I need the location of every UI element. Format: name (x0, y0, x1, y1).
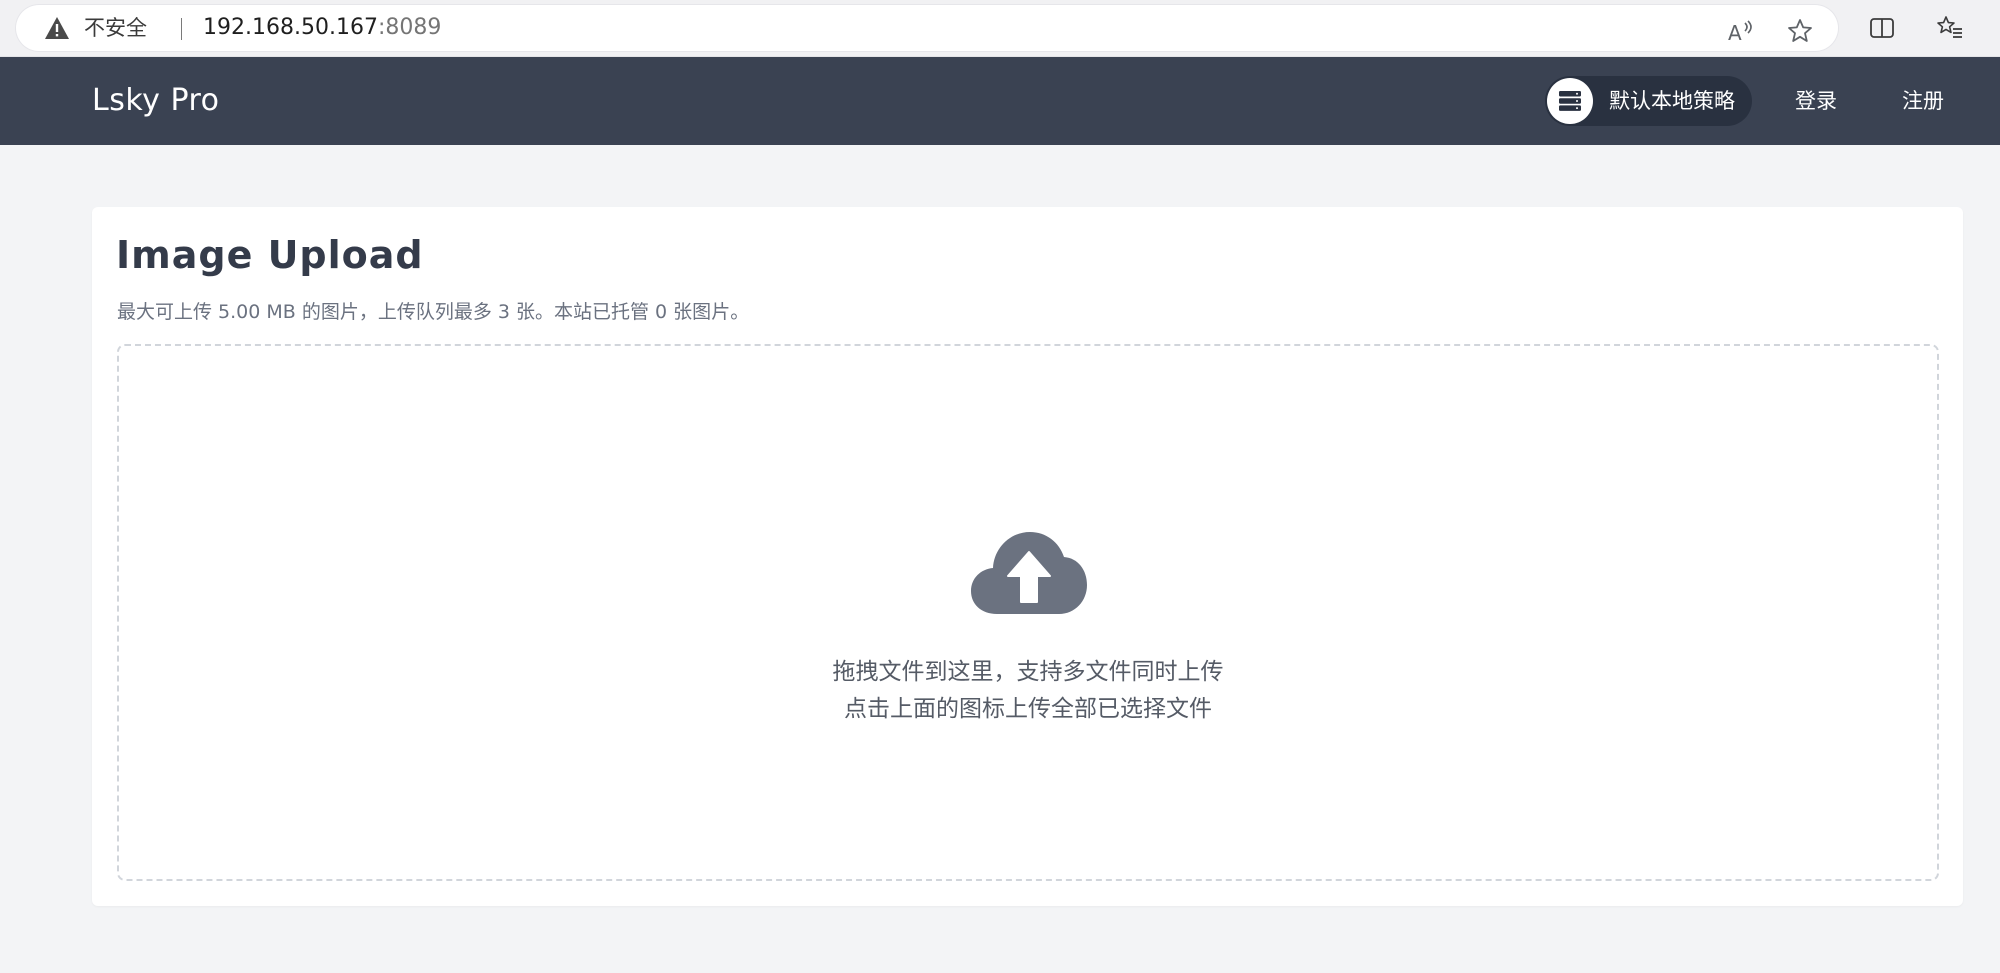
url-text[interactable]: 192.168.50.167:8089 (203, 5, 441, 51)
dropzone-hint-line-2: 点击上面的图标上传全部已选择文件 (844, 696, 1212, 722)
warning-icon[interactable] (44, 16, 70, 40)
register-link[interactable]: 注册 (1902, 57, 1944, 145)
strategy-icon-wrap (1547, 78, 1593, 124)
favorites-list-icon[interactable] (1936, 14, 1964, 42)
svg-text:A: A (1728, 21, 1742, 45)
split-screen-icon[interactable] (1868, 14, 1896, 42)
strategy-label: 默认本地策略 (1609, 89, 1735, 113)
strategy-selector[interactable]: 默认本地策略 (1545, 76, 1752, 126)
upload-dropzone[interactable]: 拖拽文件到这里，支持多文件同时上传 点击上面的图标上传全部已选择文件 (117, 344, 1939, 881)
dropzone-hint-line-1: 拖拽文件到这里，支持多文件同时上传 (832, 659, 1224, 685)
address-bar[interactable]: 不安全 192.168.50.167:8089 A (16, 5, 1838, 51)
security-status[interactable]: 不安全 (84, 5, 147, 51)
brand-logo[interactable]: Lsky Pro (92, 57, 220, 145)
login-link[interactable]: 登录 (1795, 57, 1837, 145)
read-aloud-icon[interactable]: A (1726, 17, 1754, 45)
server-icon (1559, 91, 1581, 111)
address-divider (181, 18, 182, 40)
url-host: 192.168.50.167 (203, 15, 378, 40)
upload-card: Image Upload 最大可上传 5.00 MB 的图片，上传队列最多 3 … (92, 207, 1963, 906)
cloud-upload-icon[interactable] (969, 530, 1089, 616)
upload-limits-text: 最大可上传 5.00 MB 的图片，上传队列最多 3 张。本站已托管 0 张图片… (117, 301, 750, 323)
favorite-star-icon[interactable] (1786, 17, 1814, 45)
browser-toolbar: 不安全 192.168.50.167:8089 A (0, 0, 2000, 57)
url-port: :8089 (377, 15, 442, 40)
page-title: Image Upload (116, 233, 424, 277)
app-header: Lsky Pro 默认本地策略 登录 注册 (0, 57, 2000, 145)
